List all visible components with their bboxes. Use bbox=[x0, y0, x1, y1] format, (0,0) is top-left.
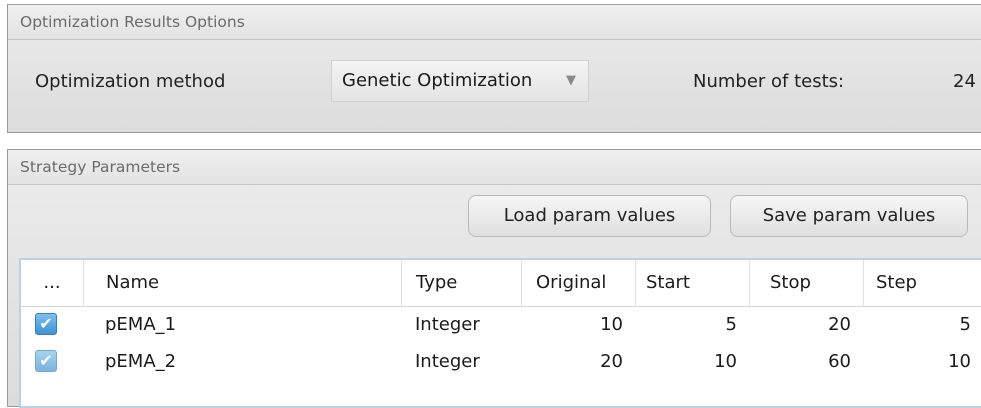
save-param-values-button[interactable]: Save param values bbox=[730, 195, 968, 237]
param-start[interactable]: 5 bbox=[635, 307, 749, 343]
column-header-step[interactable]: Step bbox=[863, 260, 981, 306]
param-step[interactable]: 10 bbox=[863, 344, 981, 380]
column-header-original[interactable]: Original bbox=[521, 260, 635, 306]
row-select-cell[interactable]: ✔ bbox=[21, 344, 83, 380]
param-original[interactable]: 20 bbox=[521, 344, 635, 380]
table-row[interactable]: ✔ pEMA_1 Integer 10 5 20 5 bbox=[21, 307, 981, 343]
optimization-method-value: Genetic Optimization bbox=[342, 70, 533, 91]
chevron-down-icon: ▼ bbox=[566, 73, 576, 88]
row-select-cell[interactable]: ✔ bbox=[21, 307, 83, 343]
column-header-select[interactable]: ... bbox=[21, 260, 83, 306]
group-title: Strategy Parameters bbox=[8, 150, 981, 185]
param-original[interactable]: 10 bbox=[521, 307, 635, 343]
table-header-row: ... Name Type Original Start Stop Step bbox=[21, 260, 981, 307]
optimization-method-label: Optimization method bbox=[35, 71, 226, 92]
param-start[interactable]: 10 bbox=[635, 344, 749, 380]
checkmark-icon: ✔ bbox=[39, 351, 53, 370]
param-name: pEMA_2 bbox=[105, 351, 177, 372]
optimization-method-select[interactable]: Genetic Optimization ▼ bbox=[331, 60, 589, 102]
column-header-start[interactable]: Start bbox=[635, 260, 749, 306]
parameters-table: ... Name Type Original Start Stop Step ✔… bbox=[19, 258, 981, 408]
column-header-type[interactable]: Type bbox=[401, 260, 521, 306]
param-type: Integer bbox=[415, 351, 480, 372]
param-stop[interactable]: 20 bbox=[749, 307, 863, 343]
param-step[interactable]: 5 bbox=[863, 307, 981, 343]
load-param-values-button[interactable]: Load param values bbox=[468, 195, 711, 237]
checkbox-checked[interactable]: ✔ bbox=[35, 313, 57, 335]
group-title: Optimization Results Options bbox=[8, 5, 981, 40]
column-header-name[interactable]: Name bbox=[83, 260, 401, 306]
strategy-parameters-group: Strategy Parameters Load param values Sa… bbox=[7, 149, 981, 408]
number-of-tests-value: 24 bbox=[953, 71, 976, 92]
optimization-results-options-group: Optimization Results Options Optimizatio… bbox=[7, 4, 981, 133]
checkmark-icon: ✔ bbox=[39, 314, 53, 333]
checkbox-checked[interactable]: ✔ bbox=[35, 350, 57, 372]
param-name: pEMA_1 bbox=[105, 314, 177, 335]
param-type: Integer bbox=[415, 314, 480, 335]
param-stop[interactable]: 60 bbox=[749, 344, 863, 380]
column-header-stop[interactable]: Stop bbox=[749, 260, 863, 306]
number-of-tests-label: Number of tests: bbox=[693, 71, 845, 92]
table-row[interactable]: ✔ pEMA_2 Integer 20 10 60 10 bbox=[21, 344, 981, 380]
